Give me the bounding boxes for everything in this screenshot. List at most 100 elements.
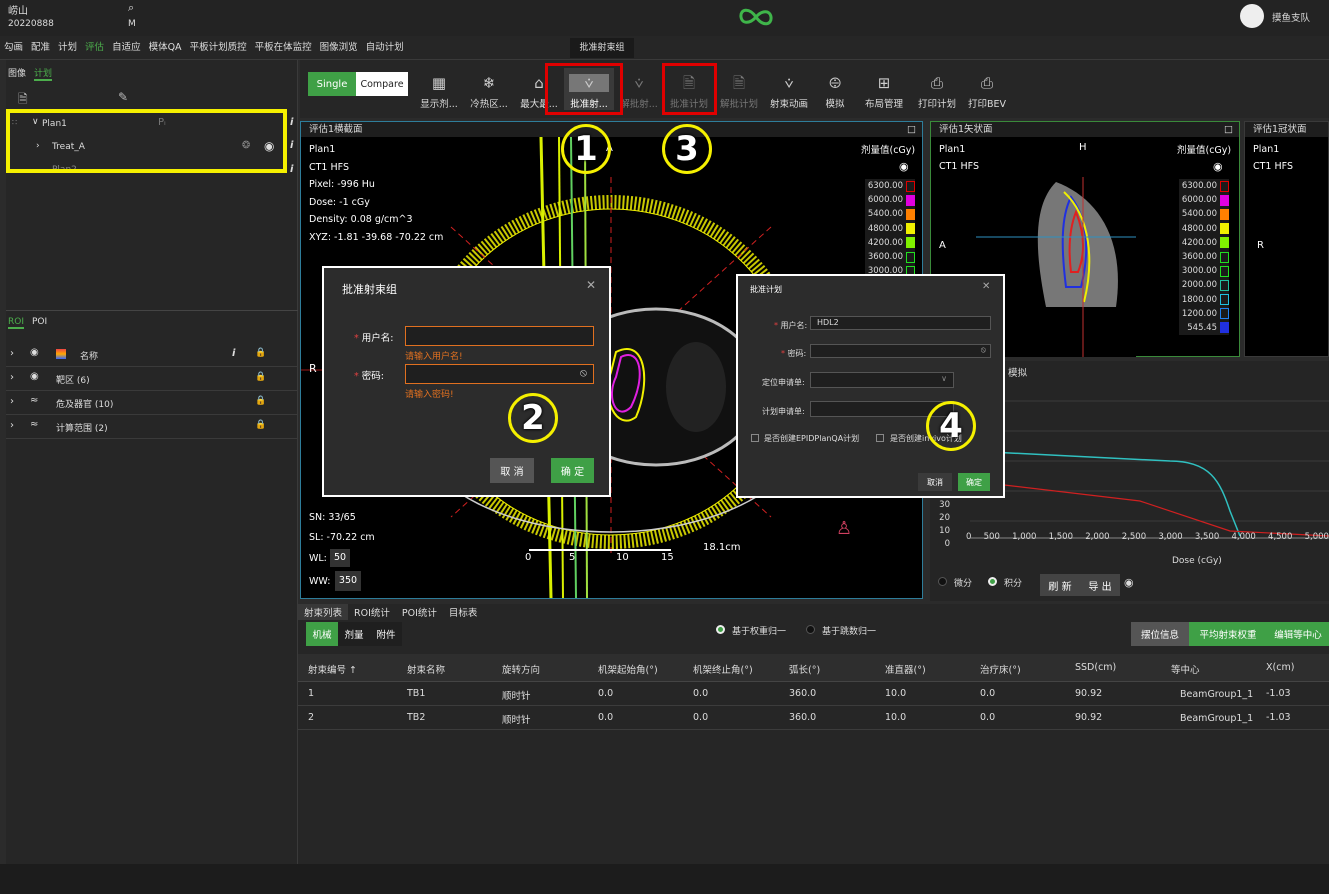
radio-weight-norm[interactable] [716, 625, 725, 634]
menu-panel-invivo[interactable]: 平板在体监控 [251, 36, 316, 60]
tab-poi-stats[interactable]: POI统计 [396, 604, 443, 620]
roi-row[interactable]: › ≈ 计算范围 (2) 🔒 [6, 415, 298, 439]
username-input[interactable] [405, 326, 594, 346]
ok-button[interactable]: 确定 [958, 473, 990, 491]
col-x[interactable]: X(cm) [1266, 662, 1294, 673]
menu-adaptive[interactable]: 自适应 [108, 36, 145, 60]
tab-poi[interactable]: POI [32, 317, 47, 327]
invivo-checkbox[interactable] [876, 434, 884, 442]
username-input[interactable]: HDL2 [810, 316, 991, 330]
radio-differential[interactable] [938, 577, 947, 586]
eye-icon[interactable]: ◉ [1213, 160, 1223, 173]
simulate-button[interactable]: ⨸ 模拟 [814, 68, 856, 110]
lock-icon[interactable]: 🔒 [255, 348, 266, 358]
wl-input[interactable]: 50 [330, 549, 350, 567]
col-ssd[interactable]: SSD(cm) [1075, 662, 1116, 673]
tab-plan[interactable]: 计划 [34, 66, 53, 81]
menu-image-browse[interactable]: 图像浏览 [316, 36, 362, 60]
menu-evaluate[interactable]: 评估 [81, 36, 109, 62]
close-icon[interactable]: ✕ [586, 278, 596, 292]
eye-closed-icon[interactable]: ≈ [30, 419, 38, 430]
subtab-dose[interactable]: 剂量 [338, 622, 370, 646]
menu-auto-plan[interactable]: 自动计划 [362, 36, 408, 60]
eye-slash-icon[interactable]: ⦸ [580, 366, 587, 380]
avatar[interactable] [1240, 4, 1264, 28]
lock-icon[interactable]: 🔒 [255, 420, 266, 430]
roi-row[interactable]: › ≈ 危及器官 (10) 🔒 [6, 391, 298, 415]
info-icon[interactable]: i [290, 140, 293, 151]
info-icon[interactable]: i [290, 164, 293, 175]
col-gantry-stop[interactable]: 机架终止角(°) [693, 662, 753, 676]
col-isocenter[interactable]: 等中心 [1171, 662, 1200, 676]
eye-slash-icon[interactable]: ⦸ [981, 345, 986, 355]
edit-icon[interactable]: ✎ [118, 90, 128, 104]
cancel-button[interactable]: 取 消 [490, 458, 534, 483]
col-beam-no[interactable]: 射束编号 ↑ [308, 662, 357, 676]
edit-isocenter-button[interactable]: 编辑等中心 [1267, 622, 1329, 646]
table-row[interactable]: 1 TB1 顺时针 0.0 0.0 360.0 10.0 0.0 90.92 BeamGroup1… [298, 682, 1329, 706]
export-button[interactable]: 导 出 [1080, 574, 1120, 596]
plan-list-icon[interactable]: 🗎 [18, 90, 28, 111]
menu-register[interactable]: 配准 [27, 36, 54, 60]
cold-hot-button[interactable]: ❄ 冷热区... [464, 68, 514, 110]
info-icon[interactable]: i [232, 348, 235, 359]
print-bev-button[interactable]: ⎙ 打印BEV [962, 68, 1012, 110]
eye-icon[interactable]: ◉ [1124, 576, 1134, 589]
col-rotation[interactable]: 旋转方向 [502, 662, 540, 676]
radio-mu-norm[interactable] [806, 625, 815, 634]
cancel-button[interactable]: 取消 [918, 473, 952, 491]
search-icon[interactable]: ⌕ [128, 1, 134, 15]
menu-phantom-qa[interactable]: 模体QA [145, 36, 186, 60]
coronal-view[interactable]: 评估1冠状面 Plan1 CT1 HFS R [1244, 121, 1329, 357]
tab-roi[interactable]: ROI [8, 317, 24, 329]
show-dose-button[interactable]: ▦ 显示剂... [414, 68, 464, 110]
account-name[interactable]: 摸鱼支队 [1272, 10, 1310, 24]
col-collimator[interactable]: 准直器(°) [885, 662, 926, 676]
subtab-mechanical[interactable]: 机械 [306, 622, 338, 646]
info-icon[interactable]: i [290, 117, 293, 128]
table-row[interactable]: 2 TB2 顺时针 0.0 0.0 360.0 10.0 0.0 90.92 BeamGroup1… [298, 706, 1329, 730]
col-couch[interactable]: 治疗床(°) [980, 662, 1021, 676]
ok-button[interactable]: 确 定 [551, 458, 594, 483]
tab-beam-list[interactable]: 射束列表 [298, 604, 349, 620]
avg-weight-button[interactable]: 平均射束权重 [1189, 622, 1267, 646]
eye-icon[interactable]: ◉ [899, 160, 909, 173]
refresh-button[interactable]: 刷 新 [1040, 574, 1080, 596]
eye-icon[interactable]: ◉ [30, 371, 39, 382]
lock-icon[interactable]: 🔒 [255, 396, 266, 406]
menu-plan[interactable]: 计划 [54, 36, 81, 60]
single-button[interactable]: Single [308, 72, 356, 96]
col-arc-length[interactable]: 弧长(°) [789, 662, 820, 676]
eye-closed-icon[interactable]: ≈ [30, 395, 38, 406]
ww-input[interactable]: 350 [335, 571, 361, 591]
lock-icon[interactable]: 🔒 [255, 372, 266, 382]
unapprove-plan-button[interactable]: 🗎 解批计划 [714, 68, 764, 110]
layout-button[interactable]: ⊞ 布局管理 [856, 68, 912, 110]
tab-image[interactable]: 图像 [8, 66, 26, 79]
col-beam-name[interactable]: 射束名称 [407, 662, 445, 676]
radio-cumulative[interactable] [988, 577, 997, 586]
tab-target-table[interactable]: 目标表 [443, 604, 484, 620]
maximize-icon[interactable]: □ [1224, 122, 1233, 137]
menu-contour[interactable]: 勾画 [0, 36, 27, 60]
print-plan-button[interactable]: ⎙ 打印计划 [912, 68, 962, 110]
maximize-icon[interactable]: □ [907, 122, 916, 137]
col-gantry-start[interactable]: 机架起始角(°) [598, 662, 658, 676]
chevron-right-icon[interactable]: › [10, 396, 14, 407]
subtab-accessory[interactable]: 附件 [370, 622, 402, 646]
close-icon[interactable]: ✕ [982, 281, 990, 292]
tab-roi-stats[interactable]: ROI统计 [348, 604, 396, 620]
password-input[interactable]: ⦸ [810, 344, 991, 358]
compare-button[interactable]: Compare [356, 72, 408, 96]
chevron-right-icon[interactable]: › [10, 420, 14, 431]
epid-checkbox[interactable] [751, 434, 759, 442]
beam-animation-button[interactable]: ⩒ 射束动画 [764, 68, 814, 110]
roi-row[interactable]: › ◉ 靶区 (6) 🔒 [6, 367, 298, 391]
eye-icon[interactable]: ◉ [30, 347, 39, 358]
password-input[interactable]: ⦸ [405, 364, 594, 384]
chevron-right-icon[interactable]: › [10, 372, 14, 383]
setup-info-button[interactable]: 摆位信息 [1131, 622, 1189, 646]
chevron-right-icon[interactable]: › [10, 348, 14, 359]
menu-panel-qc[interactable]: 平板计划质控 [186, 36, 251, 60]
loc-request-select[interactable]: ∨ [810, 372, 954, 388]
